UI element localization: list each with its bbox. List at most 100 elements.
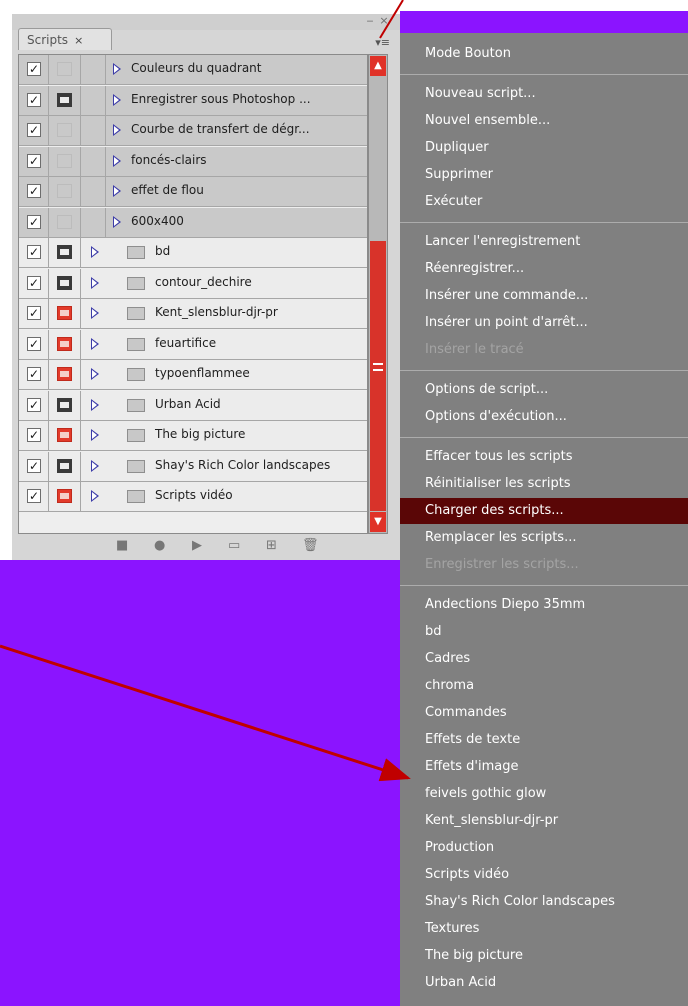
action-set-row[interactable]: ✓ bd xyxy=(19,238,367,268)
dialog-off-icon[interactable] xyxy=(57,214,72,229)
action-row[interactable]: ✓ Couleurs du quadrant xyxy=(19,55,367,85)
checkbox-icon[interactable]: ✓ xyxy=(27,275,41,290)
close-button[interactable]: × xyxy=(378,14,390,28)
menu-item[interactable]: Cadres xyxy=(400,646,688,672)
dialog-off-icon[interactable] xyxy=(57,62,72,76)
menu-item[interactable]: Textures xyxy=(400,916,688,942)
expand-triangle-icon[interactable] xyxy=(113,63,121,75)
menu-item[interactable]: Remplacer les scripts... xyxy=(400,525,688,551)
menu-item[interactable]: Effets de texte xyxy=(400,727,688,753)
menu-item[interactable]: Commandes xyxy=(400,700,688,726)
menu-item[interactable]: Insérer une commande... xyxy=(400,283,688,309)
expand-triangle-icon[interactable] xyxy=(91,368,99,380)
action-set-row[interactable]: ✓ The big picture xyxy=(19,421,367,451)
menu-item[interactable]: Mode Bouton xyxy=(400,41,688,67)
checkbox-icon[interactable]: ✓ xyxy=(27,92,41,107)
expand-triangle-icon[interactable] xyxy=(91,429,99,441)
checkbox-icon[interactable]: ✓ xyxy=(27,123,41,137)
dialog-off-icon[interactable] xyxy=(57,123,72,137)
checkbox-icon[interactable]: ✓ xyxy=(27,336,41,351)
expand-triangle-icon[interactable] xyxy=(91,307,99,319)
action-row[interactable]: ✓ Enregistrer sous Photoshop ... xyxy=(19,85,367,116)
menu-item[interactable]: Insérer un point d'arrêt... xyxy=(400,310,688,336)
trash-icon[interactable]: 🗑 xyxy=(302,538,319,553)
checkbox-icon[interactable]: ✓ xyxy=(27,489,41,503)
menu-item[interactable]: Effacer tous les scripts xyxy=(400,444,688,470)
expand-triangle-icon[interactable] xyxy=(113,215,121,228)
menu-item[interactable]: Lancer l'enregistrement xyxy=(400,229,688,255)
menu-item[interactable]: Andections Diepo 35mm xyxy=(400,592,688,618)
menu-item[interactable]: The big picture xyxy=(400,943,688,969)
play-icon[interactable]: ▶ xyxy=(192,538,202,553)
menu-item[interactable]: chroma xyxy=(400,673,688,699)
dialog-icon[interactable] xyxy=(57,306,72,320)
scrollbar[interactable]: ▲ ▼ xyxy=(368,54,388,534)
checkbox-icon[interactable]: ✓ xyxy=(27,458,41,473)
menu-item[interactable]: Exécuter xyxy=(400,189,688,215)
expand-triangle-icon[interactable] xyxy=(91,337,99,350)
menu-item[interactable]: Scripts vidéo xyxy=(400,862,688,888)
menu-item[interactable]: Effets d'image xyxy=(400,754,688,780)
scroll-thumb[interactable] xyxy=(370,241,386,511)
action-set-row[interactable]: ✓ Kent_slensblur-djr-pr xyxy=(19,299,367,329)
menu-item[interactable]: bd xyxy=(400,619,688,645)
action-set-row[interactable]: ✓ feuartifice xyxy=(19,329,367,360)
scroll-up-button[interactable]: ▲ xyxy=(370,56,386,76)
menu-item[interactable]: Supprimer xyxy=(400,162,688,188)
dialog-icon[interactable] xyxy=(57,275,72,290)
dialog-icon[interactable] xyxy=(57,489,72,503)
checkbox-icon[interactable]: ✓ xyxy=(27,62,41,76)
dialog-icon[interactable] xyxy=(57,336,72,351)
action-row[interactable]: ✓ Courbe de transfert de dégr... xyxy=(19,116,367,146)
expand-triangle-icon[interactable] xyxy=(91,490,99,502)
checkbox-icon[interactable]: ✓ xyxy=(27,367,41,381)
menu-item[interactable]: Options d'exécution... xyxy=(400,404,688,430)
menu-item[interactable]: Réenregistrer... xyxy=(400,256,688,282)
expand-triangle-icon[interactable] xyxy=(91,459,99,472)
checkbox-icon[interactable]: ✓ xyxy=(27,428,41,442)
new-action-icon[interactable]: ⊞ xyxy=(266,538,277,553)
dialog-icon[interactable] xyxy=(57,367,72,381)
expand-triangle-icon[interactable] xyxy=(113,185,121,197)
menu-item[interactable]: Réinitialiser les scripts xyxy=(400,471,688,497)
action-row[interactable]: ✓ effet de flou xyxy=(19,177,367,207)
checkbox-icon[interactable]: ✓ xyxy=(27,397,41,412)
menu-item[interactable]: feivels gothic glow xyxy=(400,781,688,807)
expand-triangle-icon[interactable] xyxy=(91,398,99,411)
action-row[interactable]: ✓ foncés-clairs xyxy=(19,146,367,177)
menu-item[interactable]: Nouvel ensemble... xyxy=(400,108,688,134)
scroll-down-button[interactable]: ▼ xyxy=(370,512,386,532)
checkbox-icon[interactable]: ✓ xyxy=(27,184,41,198)
menu-item[interactable]: Nouveau script... xyxy=(400,81,688,107)
dialog-off-icon[interactable] xyxy=(57,153,72,168)
action-set-row[interactable]: ✓ contour_dechire xyxy=(19,268,367,299)
new-set-icon[interactable]: ▭ xyxy=(228,538,240,553)
checkbox-icon[interactable]: ✓ xyxy=(27,306,41,320)
menu-item[interactable]: Shay's Rich Color landscapes xyxy=(400,889,688,915)
minimize-button[interactable]: ‒ xyxy=(364,14,376,28)
menu-item-highlighted[interactable]: Charger des scripts... xyxy=(400,498,688,524)
dialog-off-icon[interactable] xyxy=(57,184,72,198)
dialog-icon[interactable] xyxy=(57,245,72,259)
dialog-icon[interactable] xyxy=(57,428,72,442)
dialog-icon[interactable] xyxy=(57,92,72,107)
close-tab-icon[interactable]: × xyxy=(74,34,83,47)
checkbox-icon[interactable]: ✓ xyxy=(27,214,41,229)
dialog-icon[interactable] xyxy=(57,458,72,473)
expand-triangle-icon[interactable] xyxy=(91,246,99,258)
record-icon[interactable]: ● xyxy=(154,538,165,553)
menu-item[interactable]: Urban Acid xyxy=(400,970,688,996)
expand-triangle-icon[interactable] xyxy=(91,276,99,289)
action-set-row[interactable]: ✓ Shay's Rich Color landscapes xyxy=(19,451,367,482)
tab-scripts[interactable]: Scripts × xyxy=(18,28,112,50)
checkbox-icon[interactable]: ✓ xyxy=(27,153,41,168)
stop-icon[interactable]: ■ xyxy=(116,538,128,553)
expand-triangle-icon[interactable] xyxy=(113,93,121,106)
action-set-row[interactable]: ✓ typoenflammee xyxy=(19,360,367,390)
menu-item[interactable]: Kent_slensblur-djr-pr xyxy=(400,808,688,834)
menu-item[interactable]: Production xyxy=(400,835,688,861)
expand-triangle-icon[interactable] xyxy=(113,154,121,167)
action-set-row[interactable]: ✓ Scripts vidéo xyxy=(19,482,367,512)
expand-triangle-icon[interactable] xyxy=(113,124,121,136)
action-set-row[interactable]: ✓ Urban Acid xyxy=(19,390,367,421)
